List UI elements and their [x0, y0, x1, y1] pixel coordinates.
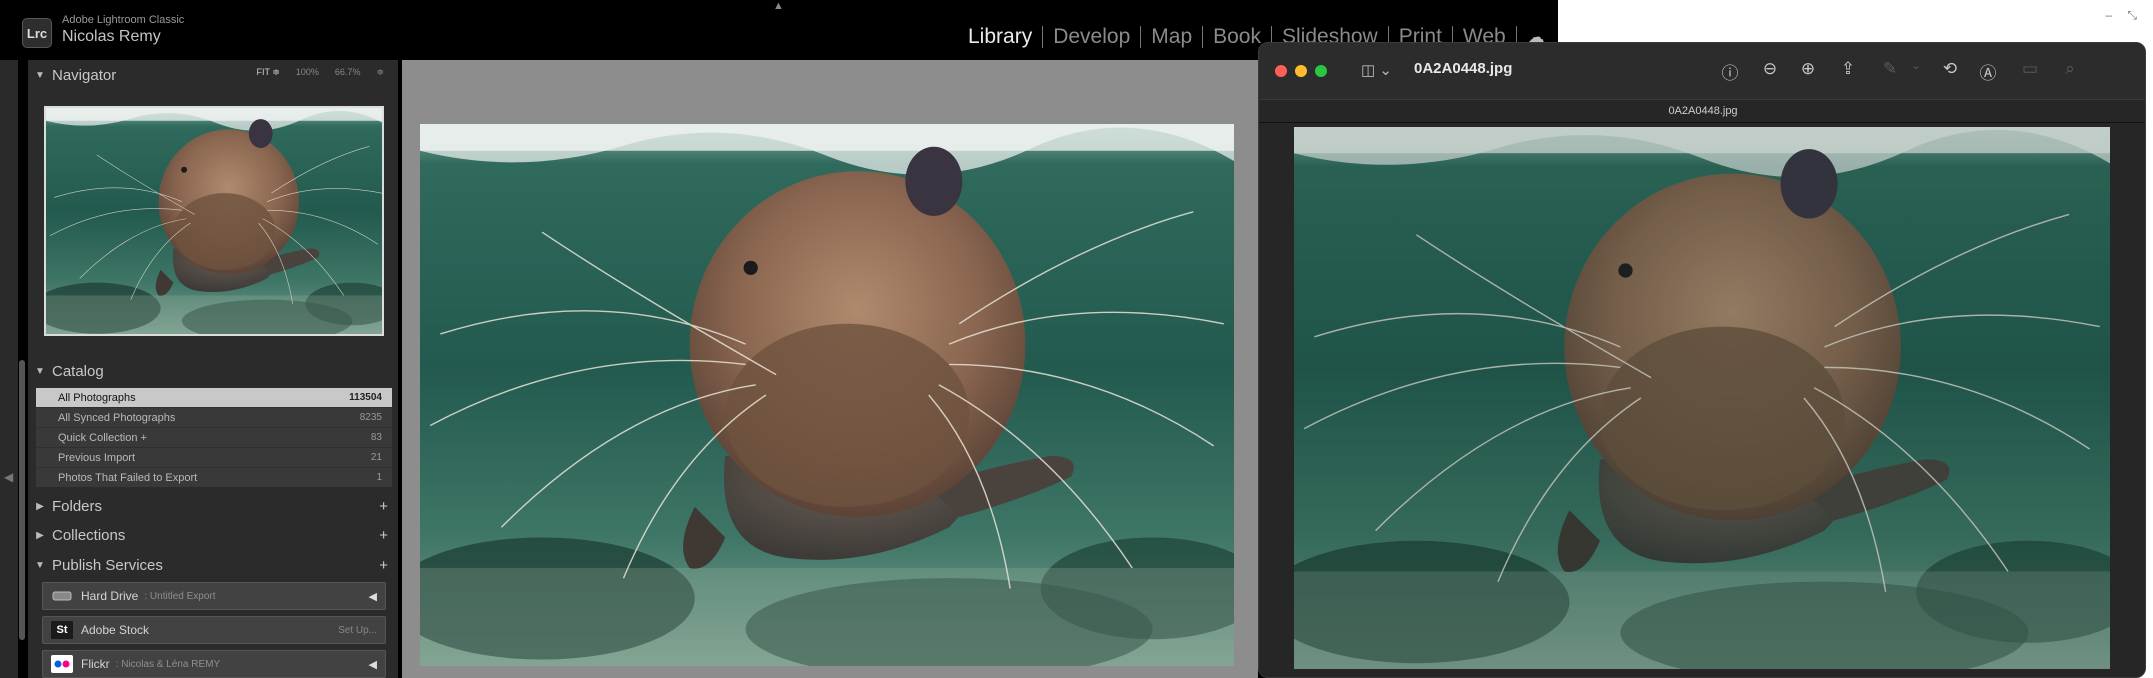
highlight-icon[interactable]: ✎: [1879, 59, 1901, 79]
folders-title: Folders: [52, 497, 103, 515]
flickr-icon: [51, 655, 73, 673]
collapse-triangle-icon: ▼: [35, 559, 45, 571]
catalog-item-label: All Synced Photographs: [58, 411, 176, 424]
search-icon[interactable]: ⌕: [2059, 59, 2081, 79]
catalog-item-all-synced[interactable]: All Synced Photographs 8235: [36, 407, 392, 427]
app-name: Adobe Lightroom Classic: [62, 14, 185, 26]
highlight-menu-icon[interactable]: ⌄: [1905, 59, 1927, 72]
hide-left-panel-icon[interactable]: ◀: [4, 470, 13, 484]
catalog-item-count: 113504: [349, 392, 382, 403]
add-folder-button[interactable]: +: [379, 498, 388, 515]
window-title: 0A2A0448.jpg: [1414, 60, 1513, 77]
navigator-title: Navigator: [52, 66, 117, 84]
catalog-item-label: Previous Import: [58, 451, 136, 464]
close-window-button[interactable]: [1275, 65, 1287, 77]
zoom-in-icon[interactable]: ⊕: [1797, 59, 1819, 79]
service-name: Flickr: [81, 657, 110, 671]
add-publish-service-button[interactable]: +: [379, 557, 388, 574]
collapse-triangle-icon: ▼: [35, 365, 45, 377]
sidebar-toggle-icon[interactable]: ◫ ⌄: [1361, 61, 1392, 79]
catalog-item-quick-collection[interactable]: Quick Collection + 83: [36, 427, 392, 447]
lightroom-logo: Lrc: [22, 18, 52, 48]
preview-photo[interactable]: [1294, 127, 2110, 669]
catalog-list: All Photographs 113504 All Synced Photog…: [36, 387, 392, 487]
catalog-item-count: 1: [376, 472, 382, 483]
preview-content: [1259, 123, 2145, 677]
zoom-more[interactable]: ≑: [376, 67, 384, 78]
collections-header[interactable]: ▶ Collections +: [28, 522, 398, 548]
module-library[interactable]: Library: [958, 25, 1042, 49]
folders-header[interactable]: ▶ Folders +: [28, 493, 398, 519]
rotate-icon[interactable]: ⟲: [1939, 59, 1961, 79]
zoom-fit[interactable]: FIT ≑: [257, 67, 280, 78]
catalog-item-previous-import[interactable]: Previous Import 21: [36, 447, 392, 467]
catalog-header[interactable]: ▼ Catalog: [28, 358, 398, 384]
preview-tab-bar: 0A2A0448.jpg: [1259, 99, 2145, 123]
service-name: Adobe Stock: [81, 623, 150, 637]
navigator-zoom-options: FIT ≑ 100% 66.7% ≑: [257, 67, 384, 78]
minimize-window-button[interactable]: [1295, 65, 1307, 77]
publish-service-flickr[interactable]: Flickr : Nicolas & Léna REMY ◀: [42, 650, 386, 678]
publish-service-adobe-stock[interactable]: St Adobe Stock Set Up...: [42, 616, 386, 644]
user-name: Nicolas Remy: [62, 28, 161, 45]
info-icon[interactable]: ⓘ: [1719, 59, 1741, 84]
publish-services-header[interactable]: ▼ Publish Services +: [28, 552, 398, 578]
preview-window: ◫ ⌄ 0A2A0448.jpg ⓘ ⊖ ⊕ ⇪ ✎ ⌄ ⟲ Ⓐ ▭ ⌕ 0A2…: [1258, 42, 2146, 678]
setup-link[interactable]: Set Up...: [338, 625, 377, 636]
module-map[interactable]: Map: [1141, 25, 1202, 49]
catalog-item-count: 21: [370, 452, 382, 463]
show-top-panel-icon[interactable]: ▲: [773, 0, 784, 12]
catalog-item-label: Photos That Failed to Export: [58, 471, 198, 484]
collapse-service-icon[interactable]: ◀: [369, 590, 377, 603]
preview-toolbar: ◫ ⌄ 0A2A0448.jpg ⓘ ⊖ ⊕ ⇪ ✎ ⌄ ⟲ Ⓐ ▭ ⌕: [1259, 43, 2145, 99]
navigator-header[interactable]: ▼ Navigator FIT ≑ 100% 66.7% ≑: [28, 62, 398, 88]
collapse-triangle-icon: ▼: [35, 69, 45, 81]
left-panel: ▼ Navigator FIT ≑ 100% 66.7% ≑ ▼ Catalog…: [28, 60, 398, 678]
publish-service-hard-drive[interactable]: Hard Drive : Untitled Export ◀: [42, 582, 386, 610]
window-controls-icon[interactable]: – ⤡: [2105, 8, 2143, 23]
zoom-66[interactable]: 66.7%: [335, 67, 361, 78]
expand-triangle-icon: ▶: [36, 529, 44, 541]
collapse-service-icon[interactable]: ◀: [369, 658, 377, 671]
hard-drive-icon: [51, 587, 73, 605]
module-develop[interactable]: Develop: [1043, 25, 1140, 49]
share-icon[interactable]: ⇪: [1837, 59, 1859, 79]
loupe-photo[interactable]: [420, 124, 1234, 666]
catalog-item-all-photographs[interactable]: All Photographs 113504: [36, 387, 392, 407]
publish-services-title: Publish Services: [52, 556, 163, 574]
navigator-preview[interactable]: [44, 106, 384, 336]
markup-icon[interactable]: Ⓐ: [1977, 59, 1999, 84]
left-edge-strip[interactable]: ◀: [0, 60, 18, 678]
loupe-view: [402, 60, 1258, 678]
service-name: Hard Drive: [81, 589, 139, 603]
catalog-item-label: Quick Collection +: [58, 431, 147, 444]
catalog-item-count: 83: [370, 432, 382, 443]
crop-icon[interactable]: ▭: [2019, 59, 2041, 79]
catalog-item-failed-export[interactable]: Photos That Failed to Export 1: [36, 467, 392, 487]
left-panel-scrollbar[interactable]: [19, 360, 25, 640]
zoom-out-icon[interactable]: ⊖: [1759, 59, 1781, 79]
service-sub: : Untitled Export: [144, 590, 216, 602]
catalog-item-count: 8235: [359, 412, 382, 423]
zoom-window-button[interactable]: [1315, 65, 1327, 77]
service-sub: : Nicolas & Léna REMY: [115, 658, 221, 670]
adobe-stock-icon: St: [51, 621, 73, 639]
tab-file[interactable]: 0A2A0448.jpg: [1668, 105, 1737, 117]
catalog-title: Catalog: [52, 362, 104, 380]
collections-title: Collections: [52, 526, 126, 544]
add-collection-button[interactable]: +: [379, 527, 388, 544]
expand-triangle-icon: ▶: [36, 500, 44, 512]
zoom-100[interactable]: 100%: [296, 67, 319, 78]
catalog-item-label: All Photographs: [58, 391, 136, 404]
